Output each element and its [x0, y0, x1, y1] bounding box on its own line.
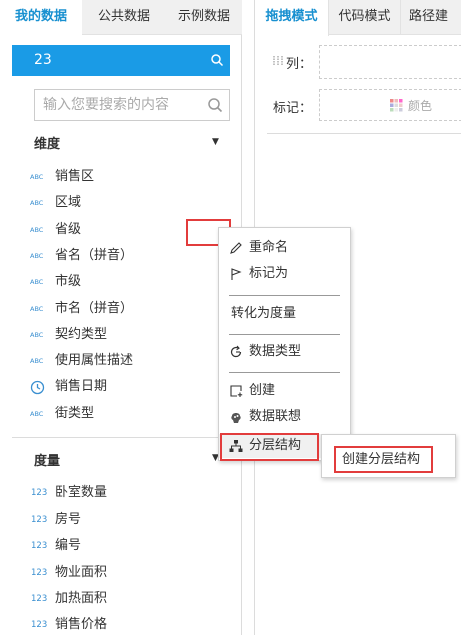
- string-type-icon: ABC: [30, 278, 44, 286]
- section-divider: [12, 437, 230, 438]
- mark-color-shelf[interactable]: 颜色: [319, 89, 461, 121]
- dimension-item[interactable]: ABC 市级: [30, 272, 220, 292]
- number-type-icon: 123: [31, 541, 48, 551]
- dimension-item[interactable]: ABC 区域: [30, 193, 220, 213]
- measure-item[interactable]: 123 卧室数量: [30, 483, 220, 503]
- dimension-item[interactable]: 销售日期: [30, 377, 220, 397]
- dimensions-title: 维度: [34, 137, 61, 152]
- tab-sample-data[interactable]: 示例数据: [166, 0, 242, 35]
- mode-tabs: 拖拽模式 代码模式 路径建: [255, 0, 461, 36]
- measure-item[interactable]: 123 物业面积: [30, 563, 220, 583]
- measure-item[interactable]: 123 销售价格: [30, 615, 220, 635]
- color-label: 颜色: [408, 99, 433, 113]
- number-type-icon: 123: [31, 488, 48, 498]
- shelf-divider: [267, 133, 461, 134]
- tab-public-data[interactable]: 公共数据: [82, 0, 166, 35]
- dimensions-collapse-caret[interactable]: ▼: [212, 137, 219, 147]
- menu-separator: [229, 295, 340, 296]
- brain-icon: [231, 413, 241, 423]
- dimension-item[interactable]: ABC 市名（拼音）: [30, 299, 220, 319]
- menu-item-data-type[interactable]: 数据类型: [219, 340, 350, 364]
- menu-item-convert-to-measure[interactable]: 转化为度量: [219, 302, 350, 326]
- search-icon[interactable]: [207, 97, 223, 113]
- tab-drag-mode[interactable]: 拖拽模式: [255, 0, 329, 36]
- highlight-box: [220, 433, 319, 461]
- number-type-icon: 123: [31, 620, 48, 630]
- dataset-name: 23: [34, 52, 52, 68]
- string-type-icon: ABC: [30, 252, 44, 260]
- string-type-icon: ABC: [30, 410, 44, 418]
- dataset-selector[interactable]: 23: [12, 45, 230, 76]
- clock-icon: [30, 380, 45, 395]
- data-source-tabs: 我的数据 公共数据 示例数据: [0, 0, 242, 36]
- field-search-input[interactable]: [43, 95, 203, 115]
- data-panel: 我的数据 公共数据 示例数据 23 维度 ▼ ABC 销售区 ABC 区域 AB…: [0, 0, 242, 635]
- highlight-box: [334, 446, 433, 473]
- dimension-item[interactable]: ABC 契约类型: [30, 325, 220, 345]
- field-search-box: [34, 89, 230, 121]
- string-type-icon: ABC: [30, 173, 44, 181]
- columns-shelf-label: 列：: [286, 57, 313, 72]
- menu-item-rename[interactable]: 重命名: [219, 236, 350, 260]
- menu-separator: [229, 334, 340, 335]
- dimension-item[interactable]: ABC 省名（拼音）: [30, 246, 220, 266]
- measure-item[interactable]: 123 房号: [30, 510, 220, 530]
- tab-code-mode[interactable]: 代码模式: [329, 0, 401, 35]
- string-type-icon: ABC: [30, 305, 44, 313]
- pencil-icon: [230, 242, 242, 254]
- number-type-icon: 123: [31, 515, 48, 525]
- dimension-item[interactable]: ABC 街类型: [30, 404, 220, 424]
- measure-item[interactable]: 123 编号: [30, 536, 220, 556]
- mark-shelf-label: 标记：: [273, 101, 313, 116]
- search-icon[interactable]: [210, 53, 224, 67]
- measures-title: 度量: [34, 454, 61, 469]
- columns-icon: [273, 56, 283, 66]
- refresh-icon: [230, 345, 242, 358]
- dimension-item[interactable]: ABC 销售区: [30, 167, 220, 187]
- menu-item-mark-as[interactable]: 标记为: [219, 262, 350, 286]
- string-type-icon: ABC: [30, 331, 44, 339]
- tab-path-mode[interactable]: 路径建: [401, 0, 461, 35]
- number-type-icon: 123: [31, 594, 48, 604]
- flag-icon: [231, 268, 242, 280]
- menu-item-create[interactable]: 创建: [219, 379, 350, 403]
- menu-separator: [229, 372, 340, 373]
- string-type-icon: ABC: [30, 226, 44, 234]
- string-type-icon: ABC: [30, 357, 44, 365]
- number-type-icon: 123: [31, 568, 48, 578]
- menu-item-data-association[interactable]: 数据联想: [219, 405, 350, 429]
- dimension-item[interactable]: ABC 使用属性描述: [30, 351, 220, 371]
- measure-item[interactable]: 123 加热面积: [30, 589, 220, 609]
- string-type-icon: ABC: [30, 199, 44, 207]
- columns-shelf[interactable]: [319, 45, 461, 79]
- add-icon: [230, 385, 243, 397]
- tab-my-data[interactable]: 我的数据: [0, 0, 82, 36]
- field-context-menu: 重命名 标记为 转化为度量 数据类型 创建 数据联想 分层结构: [218, 227, 351, 461]
- color-palette-icon: [390, 99, 403, 112]
